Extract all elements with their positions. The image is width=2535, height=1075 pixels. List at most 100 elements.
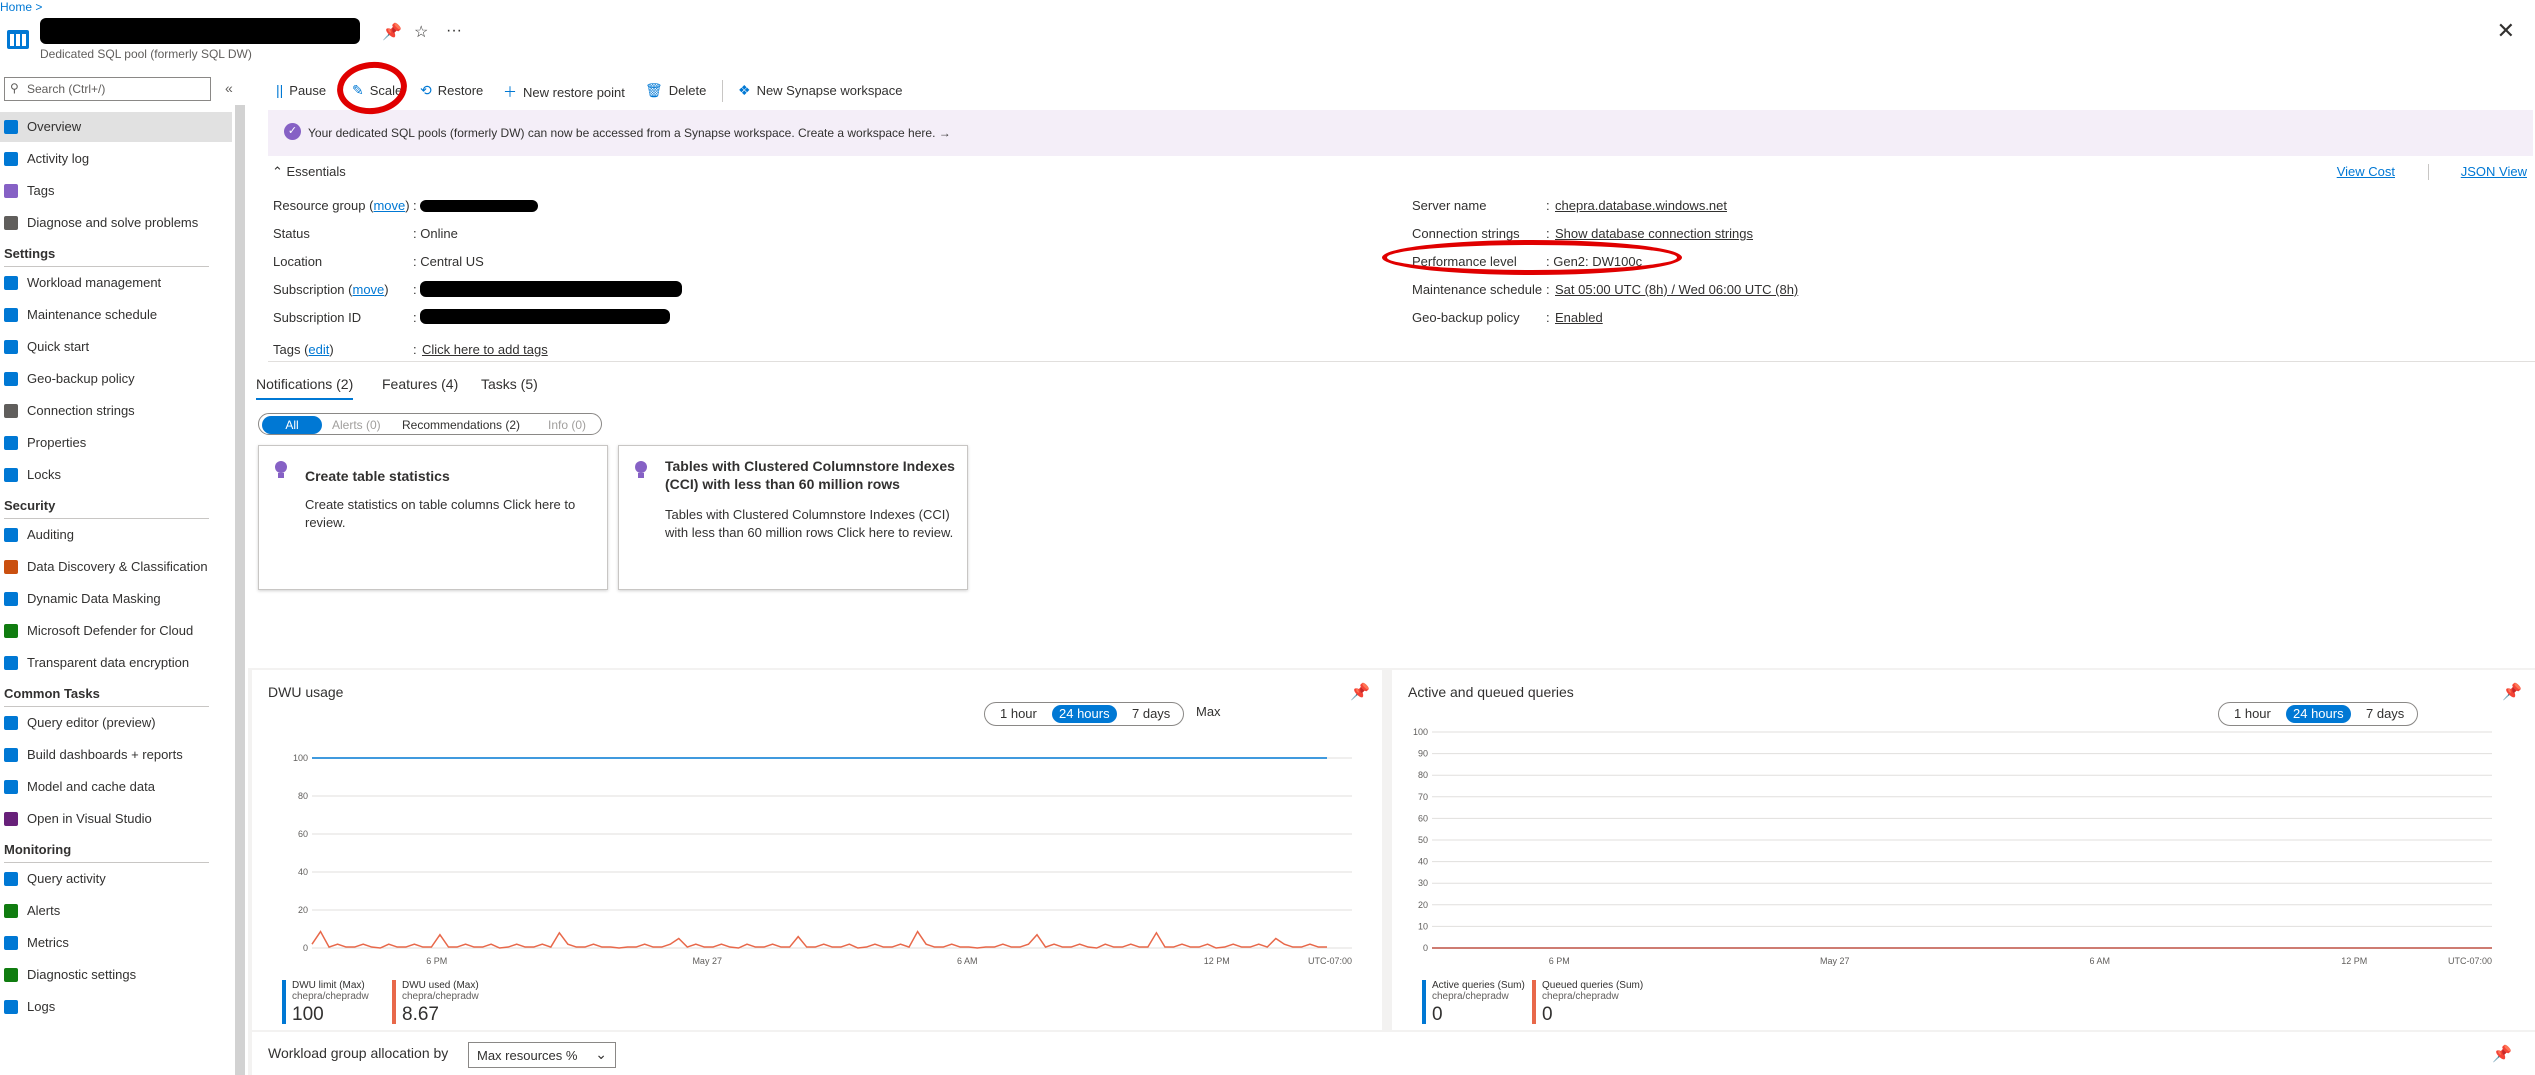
- sidebar-section-heading: Common Tasks: [4, 686, 100, 701]
- x-tick-label: 6 AM: [2090, 956, 2111, 966]
- sidebar-section-heading: Monitoring: [4, 842, 72, 857]
- card-body: Create statistics on table columns Click…: [305, 497, 576, 512]
- move-link[interactable]: move: [373, 198, 405, 213]
- server-name-link[interactable]: chepra.database.windows.net: [1555, 198, 1727, 213]
- close-icon[interactable]: ✕: [2497, 18, 2515, 44]
- banner-text[interactable]: Your dedicated SQL pools (formerly DW) c…: [308, 126, 951, 140]
- maintenance-schedule-link[interactable]: Sat 05:00 UTC (8h) / Wed 06:00 UTC (8h): [1555, 282, 1798, 297]
- sidebar-search-input[interactable]: ⚲ Search (Ctrl+/): [4, 77, 211, 101]
- sidebar-scrollbar[interactable]: [235, 105, 245, 1075]
- sidebar-item-build-dashboards-reports[interactable]: Build dashboards + reports: [0, 740, 232, 770]
- location-value: : Central US: [413, 254, 484, 269]
- sidebar-item-locks[interactable]: Locks: [0, 460, 232, 490]
- new-restore-point-button[interactable]: ＋ New restore point: [503, 82, 625, 102]
- pin-icon[interactable]: 📌: [382, 22, 402, 42]
- sidebar-item-data-discovery-classification[interactable]: Data Discovery & Classification: [0, 552, 232, 582]
- breadcrumb[interactable]: Home >: [0, 0, 42, 14]
- cloud-icon: [4, 340, 18, 354]
- y-tick-label: 80: [1418, 770, 1428, 780]
- sidebar-divider: [4, 706, 209, 707]
- delete-button[interactable]: 🗑 Delete: [645, 82, 706, 99]
- star-icon[interactable]: ☆: [414, 22, 428, 42]
- sidebar-item-tags[interactable]: Tags: [0, 176, 232, 206]
- sidebar-section-heading: Security: [4, 498, 56, 513]
- sidebar-item-alerts[interactable]: Alerts: [0, 896, 232, 926]
- restore-button[interactable]: ⟲ Restore: [420, 82, 483, 99]
- sidebar-item-query-editor-preview[interactable]: Query editor (preview): [0, 708, 232, 738]
- workload-allocation-select[interactable]: Max resources % ⌄: [468, 1042, 616, 1068]
- y-tick-label: 80: [298, 791, 308, 801]
- sidebar-item-connection-strings[interactable]: Connection strings: [0, 396, 232, 426]
- tab-notifications[interactable]: Notifications (2): [256, 376, 354, 400]
- colon: :: [413, 310, 417, 325]
- red-circle-annotation: [1382, 240, 1682, 275]
- sidebar-item-geo-backup-policy[interactable]: Geo-backup policy: [0, 364, 232, 394]
- pin-icon[interactable]: 📌: [2492, 1044, 2512, 1064]
- sidebar-item-model-and-cache-data[interactable]: Model and cache data: [0, 772, 232, 802]
- status-label: Status: [273, 226, 310, 241]
- legend-value: 0: [1542, 1004, 1553, 1025]
- sidebar-item-dynamic-data-masking[interactable]: Dynamic Data Masking: [0, 584, 232, 614]
- y-tick-label: 0: [1423, 943, 1428, 953]
- sidebar-item-activity-log[interactable]: Activity log: [0, 144, 232, 174]
- sidebar-item-open-in-visual-studio[interactable]: Open in Visual Studio: [0, 804, 232, 834]
- recommendation-card[interactable]: Create table statistics Create statistic…: [258, 445, 608, 590]
- sidebar-item-auditing[interactable]: Auditing: [0, 520, 232, 550]
- y-tick-label: 60: [1418, 813, 1428, 823]
- sidebar-item-metrics[interactable]: Metrics: [0, 928, 232, 958]
- new-synapse-workspace-button[interactable]: ❖ New Synapse workspace: [738, 82, 903, 99]
- move-link[interactable]: move: [353, 282, 385, 297]
- view-cost-link[interactable]: View Cost: [2337, 164, 2395, 179]
- add-tags-link[interactable]: Click here to add tags: [422, 342, 548, 357]
- edit-tags-link[interactable]: edit: [308, 342, 329, 357]
- location-label: Location: [273, 254, 323, 269]
- json-view-link[interactable]: JSON View: [2461, 164, 2527, 179]
- auditing-icon: [4, 528, 18, 542]
- card-body: Tables with Clustered Columnstore Indexe…: [665, 507, 950, 522]
- dwu-usage-chart: 0 20 40 60 80 100 6 PM May 27 6 AM 12 PM UTC-07:00: [293, 753, 1352, 966]
- series-line: [311, 930, 1327, 949]
- sidebar-item-overview[interactable]: Overview: [0, 112, 232, 142]
- pause-button[interactable]: || Pause: [276, 82, 326, 98]
- sidebar-item-diagnostic-settings[interactable]: Diagnostic settings: [0, 960, 232, 990]
- x-tick-label: May 27: [692, 956, 722, 966]
- more-icon[interactable]: ···: [446, 22, 462, 40]
- sidebar-item-label: Activity log: [27, 151, 90, 166]
- sidebar-item-quick-start[interactable]: Quick start: [0, 332, 232, 362]
- x-tick-label: 12 PM: [1204, 956, 1230, 966]
- sidebar-item-properties[interactable]: Properties: [0, 428, 232, 458]
- legend-color-swatch: [1422, 980, 1426, 1024]
- workload-allocation-label: Workload group allocation by: [268, 1045, 449, 1061]
- sidebar-item-transparent-data-encryption[interactable]: Transparent data encryption: [0, 648, 232, 678]
- essentials-toggle[interactable]: ⌃ Essentials: [272, 164, 346, 180]
- visual-studio-icon: [4, 812, 18, 826]
- workload-icon: [4, 276, 18, 290]
- sidebar-item-query-activity[interactable]: Query activity: [0, 864, 232, 894]
- sidebar-item-logs[interactable]: Logs: [0, 992, 232, 1022]
- collapse-sidebar-icon[interactable]: «: [225, 80, 233, 96]
- alert-icon: [4, 904, 18, 918]
- filter-recommendations[interactable]: Recommendations (2): [402, 416, 520, 434]
- filter-all[interactable]: All: [262, 416, 322, 434]
- filter-info[interactable]: Info (0): [548, 416, 586, 434]
- y-tick-label: 100: [1413, 727, 1428, 737]
- sidebar-item-microsoft-defender-for-cloud[interactable]: Microsoft Defender for Cloud: [0, 616, 232, 646]
- queries-chart: 0 10 20 30 40 50 60 70 80 90 100 6 PM May 27 6 AM 12 P…: [1413, 727, 2492, 966]
- sidebar-item-workload-management[interactable]: Workload management: [0, 268, 232, 298]
- sidebar-item-diagnose-and-solve-problems[interactable]: Diagnose and solve problems: [0, 208, 232, 238]
- tab-tasks[interactable]: Tasks (5): [481, 376, 538, 392]
- sidebar-item-label: Logs: [27, 999, 56, 1014]
- sidebar-item-label: Connection strings: [27, 403, 135, 418]
- tab-features[interactable]: Features (4): [382, 376, 458, 392]
- geo-backup-link[interactable]: Enabled: [1555, 310, 1603, 325]
- tag-icon: [4, 184, 18, 198]
- restore-icon: ⟲: [420, 82, 432, 98]
- sidebar-item-maintenance-schedule[interactable]: Maintenance schedule: [0, 300, 232, 330]
- sidebar-item-label: Properties: [27, 435, 87, 450]
- recommendation-card[interactable]: Tables with Clustered Columnstore Indexe…: [618, 445, 968, 590]
- synapse-icon: ❖: [738, 82, 751, 98]
- connection-strings-link[interactable]: Show database connection strings: [1555, 226, 1753, 241]
- y-tick-label: 20: [1418, 900, 1428, 910]
- sidebar-item-label: Query editor (preview): [27, 715, 156, 730]
- filter-alerts[interactable]: Alerts (0): [332, 416, 381, 434]
